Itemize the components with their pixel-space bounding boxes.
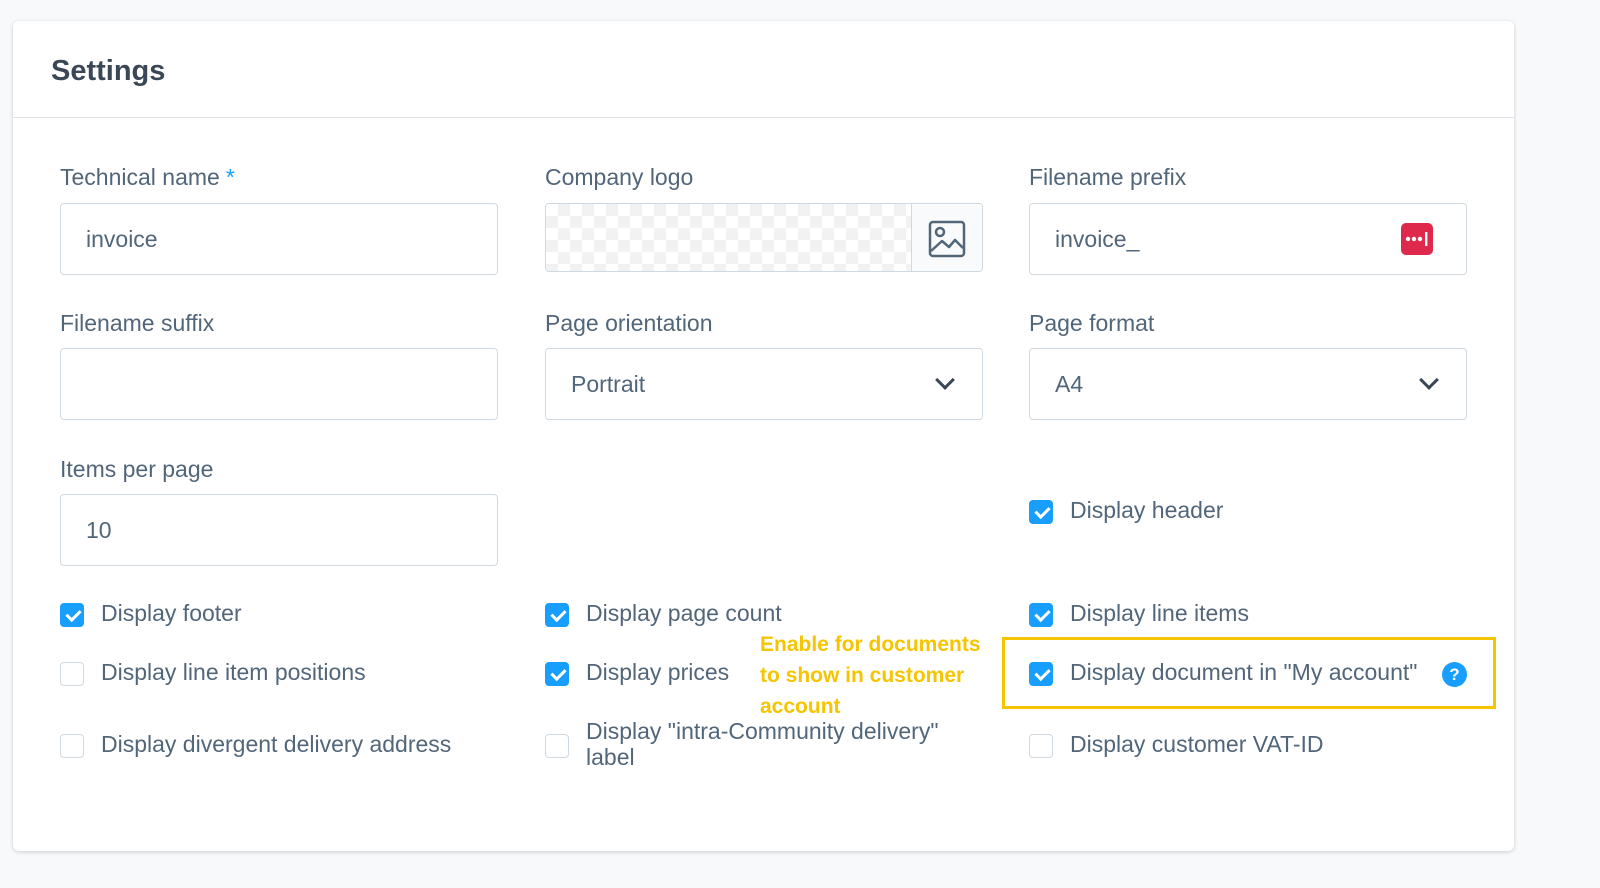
display-header-checkbox[interactable] xyxy=(1029,500,1053,524)
items-per-page-input[interactable]: 10 xyxy=(60,494,498,566)
display-line-items-checkbox[interactable] xyxy=(1029,603,1053,627)
display-prices-checkbox[interactable] xyxy=(545,662,569,686)
logo-preview xyxy=(546,204,912,271)
display-line-item-positions-checkbox[interactable] xyxy=(60,662,84,686)
page-orientation-select[interactable]: Portrait xyxy=(545,348,983,420)
required-mark: * xyxy=(225,164,235,190)
filename-suffix-input[interactable] xyxy=(60,348,498,420)
technical-name-label: Technical name * xyxy=(60,164,235,190)
filename-prefix-label: Filename prefix xyxy=(1029,164,1187,190)
display-customer-vat-id-checkbox[interactable] xyxy=(1029,734,1053,758)
chevron-down-icon xyxy=(935,370,955,390)
page-format-label: Page format xyxy=(1029,310,1155,336)
filename-suffix-label: Filename suffix xyxy=(60,310,215,336)
image-icon xyxy=(928,220,966,258)
items-per-page-label: Items per page xyxy=(60,456,214,482)
page-format-select[interactable]: A4 xyxy=(1029,348,1467,420)
variables-button[interactable] xyxy=(1401,223,1433,255)
annotation-callout: Enable for documents to show in customer… xyxy=(760,633,981,718)
display-divergent-delivery-address-checkbox[interactable] xyxy=(60,734,84,758)
highlight-box xyxy=(1002,637,1496,709)
chevron-down-icon xyxy=(1419,370,1439,390)
variables-icon xyxy=(1405,232,1428,246)
technical-name-input[interactable]: invoice xyxy=(60,203,498,275)
company-logo-label: Company logo xyxy=(545,164,694,190)
display-intra-community-label-checkbox[interactable] xyxy=(545,734,569,758)
logo-picker-button[interactable] xyxy=(911,204,982,271)
card-header: Settings xyxy=(13,21,1514,118)
card-title: Settings xyxy=(51,55,166,87)
display-footer-checkbox[interactable] xyxy=(60,603,84,627)
display-page-count-checkbox[interactable] xyxy=(545,603,569,627)
company-logo-field[interactable] xyxy=(545,203,983,272)
filename-prefix-input[interactable]: invoice_ xyxy=(1029,203,1467,275)
page-orientation-label: Page orientation xyxy=(545,310,713,336)
